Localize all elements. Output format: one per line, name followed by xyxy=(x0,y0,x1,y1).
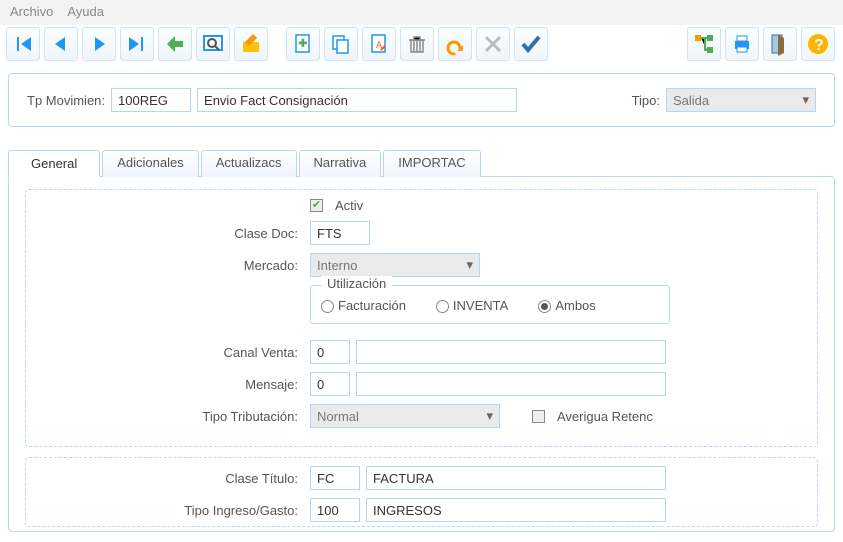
utilizacion-title: Utilización xyxy=(321,276,392,291)
delete-button[interactable] xyxy=(400,27,434,61)
copy-button[interactable] xyxy=(324,27,358,61)
clase-doc-input[interactable] xyxy=(310,221,370,245)
radio-inventa[interactable]: INVENTA xyxy=(436,298,508,313)
header-panel: Tp Movimien: Tipo: Salida ▾ xyxy=(8,73,835,127)
first-record-button[interactable] xyxy=(6,27,40,61)
tp-movimien-desc-input[interactable] xyxy=(197,88,517,112)
fieldset-titulo: Clase Título: Tipo Ingreso/Gasto: xyxy=(25,457,818,527)
radio-facturacion[interactable]: Facturación xyxy=(321,298,406,313)
tab-adicionales[interactable]: Adicionales xyxy=(102,150,199,177)
toolbar: A ? xyxy=(0,25,843,67)
tp-movimien-label: Tp Movimien: xyxy=(27,93,105,108)
tab-narrativa[interactable]: Narrativa xyxy=(299,150,382,177)
tipo-tributacion-value: Normal xyxy=(317,409,359,424)
tree-view-button[interactable] xyxy=(687,27,721,61)
main-panel: Activ Clase Doc: Mercado: Interno ▾ Util… xyxy=(8,176,835,532)
search-button[interactable] xyxy=(196,27,230,61)
mensaje-desc[interactable] xyxy=(356,372,666,396)
tipo-ingreso-label: Tipo Ingreso/Gasto: xyxy=(34,503,304,518)
rename-button[interactable]: A xyxy=(362,27,396,61)
last-record-button[interactable] xyxy=(120,27,154,61)
tab-importac[interactable]: IMPORTAC xyxy=(383,150,480,177)
tipo-tributacion-select[interactable]: Normal ▾ xyxy=(310,404,500,428)
tipo-label: Tipo: xyxy=(632,93,660,108)
edit-button[interactable] xyxy=(234,27,268,61)
tp-movimien-code-input[interactable] xyxy=(111,88,191,112)
tipo-select[interactable]: Salida ▾ xyxy=(666,88,816,112)
cancel-button[interactable] xyxy=(476,27,510,61)
clase-titulo-desc[interactable] xyxy=(366,466,666,490)
tipo-ingreso-desc[interactable] xyxy=(366,498,666,522)
chevron-down-icon: ▾ xyxy=(466,257,473,273)
tipo-ingreso-code[interactable] xyxy=(310,498,360,522)
menu-bar: Archivo Ayuda xyxy=(0,0,843,25)
confirm-button[interactable] xyxy=(514,27,548,61)
canal-venta-label: Canal Venta: xyxy=(34,345,304,360)
mercado-label: Mercado: xyxy=(34,258,304,273)
activ-checkbox[interactable] xyxy=(310,199,323,212)
exit-button[interactable] xyxy=(763,27,797,61)
radio-ambos[interactable]: Ambos xyxy=(538,298,595,313)
tipo-select-value: Salida xyxy=(673,93,709,108)
next-record-button[interactable] xyxy=(82,27,116,61)
canal-venta-desc[interactable] xyxy=(356,340,666,364)
clase-titulo-code[interactable] xyxy=(310,466,360,490)
mercado-select[interactable]: Interno ▾ xyxy=(310,253,480,277)
averigua-retenc-label: Averigua Retenc xyxy=(557,409,653,424)
prev-record-button[interactable] xyxy=(44,27,78,61)
tab-general[interactable]: General xyxy=(8,150,100,177)
undo-button[interactable] xyxy=(438,27,472,61)
canal-venta-code[interactable] xyxy=(310,340,350,364)
chevron-down-icon: ▾ xyxy=(486,408,493,424)
print-button[interactable] xyxy=(725,27,759,61)
svg-text:?: ? xyxy=(814,37,824,54)
return-button[interactable] xyxy=(158,27,192,61)
fieldset-general: Activ Clase Doc: Mercado: Interno ▾ Util… xyxy=(25,189,818,447)
mensaje-code[interactable] xyxy=(310,372,350,396)
chevron-down-icon: ▾ xyxy=(802,92,809,108)
clase-doc-label: Clase Doc: xyxy=(34,226,304,241)
tab-bar: General Adicionales Actualizacs Narrativ… xyxy=(8,149,835,176)
mensaje-label: Mensaje: xyxy=(34,377,304,392)
tab-actualizacs[interactable]: Actualizacs xyxy=(201,150,297,177)
help-button[interactable]: ? xyxy=(801,27,835,61)
clase-titulo-label: Clase Título: xyxy=(34,471,304,486)
mercado-select-value: Interno xyxy=(317,258,357,273)
menu-archivo[interactable]: Archivo xyxy=(10,4,53,19)
utilizacion-group: Utilización Facturación INVENTA Ambos xyxy=(310,285,670,324)
tipo-tributacion-label: Tipo Tributación: xyxy=(34,409,304,424)
activ-label: Activ xyxy=(335,198,363,213)
averigua-retenc-checkbox[interactable] xyxy=(532,410,545,423)
new-button[interactable] xyxy=(286,27,320,61)
menu-ayuda[interactable]: Ayuda xyxy=(67,4,104,19)
